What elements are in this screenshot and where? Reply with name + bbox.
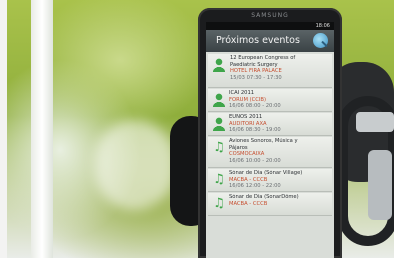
list-item[interactable]: ♫ Sónar de Día (Sónar Village) MACBA - C… xyxy=(208,169,332,192)
music-note-icon: ♫ xyxy=(213,196,225,211)
app-title: Próximos eventos xyxy=(216,35,300,46)
event-title: ICAI 2011 xyxy=(229,90,255,96)
music-note-icon: ♫ xyxy=(213,140,225,155)
list-item[interactable]: 12 European Congress of Paediatric Surge… xyxy=(208,54,332,88)
smartphone: SAMSUNG 18:06 Próximos eventos 12 Europe… xyxy=(198,8,342,258)
event-venue: FORUM (CCIB) xyxy=(229,96,266,103)
phone-brand: SAMSUNG xyxy=(251,12,289,19)
background-highlight xyxy=(95,120,175,210)
event-title: Sónar de Día (SonarDôme) xyxy=(229,194,299,200)
list-item[interactable]: EUNOS 2011 AUDITORI AXA 16/06 08:30 - 19… xyxy=(208,113,332,136)
car-mount-stem xyxy=(368,150,392,220)
person-icon xyxy=(212,117,226,131)
event-venue: MACBA - CCCB xyxy=(229,200,268,207)
photo-scene: SAMSUNG 18:06 Próximos eventos 12 Europe… xyxy=(0,0,394,258)
app-title-bar: Próximos eventos xyxy=(206,30,334,52)
event-title: Sónar de Día (Sónar Village) xyxy=(229,170,303,176)
event-title: Aviones Sonoros, Música y xyxy=(229,138,298,144)
event-venue: COSMOCAIXA xyxy=(229,151,265,158)
list-item[interactable]: ICAI 2011 FORUM (CCIB) 16/06 08:00 - 20:… xyxy=(208,89,332,112)
phone-screen: 18:06 Próximos eventos 12 European Congr… xyxy=(206,22,334,258)
event-title: EUNOS 2011 xyxy=(229,114,263,120)
event-title-line2: Paediatric Surgery xyxy=(230,61,278,68)
event-title-line2: Pájaros xyxy=(229,144,248,151)
event-title: 12 European Congress of xyxy=(230,55,296,61)
status-time: 18:06 xyxy=(315,23,330,29)
status-bar: 18:06 xyxy=(206,22,334,30)
event-venue: MACBA - CCCB xyxy=(229,176,268,183)
list-item[interactable]: ♫ Aviones Sonoros, Música y Pájaros COSM… xyxy=(208,137,332,168)
event-date: 16/06 10:00 - 20:00 xyxy=(229,157,281,164)
white-pillar xyxy=(31,0,53,258)
event-date: 16/06 08:30 - 19:00 xyxy=(229,127,281,134)
window-frame xyxy=(0,0,7,258)
event-list: 12 European Congress of Paediatric Surge… xyxy=(206,52,334,218)
event-venue: HOTEL FIRA PALACE xyxy=(230,68,282,75)
event-venue: AUDITORI AXA xyxy=(229,120,267,127)
event-date: 16/06 08:00 - 20:00 xyxy=(229,103,281,110)
person-icon xyxy=(212,93,226,107)
car-mount-arm xyxy=(356,112,394,132)
music-note-icon: ♫ xyxy=(213,172,225,187)
list-item[interactable]: ♫ Sónar de Día (SonarDôme) MACBA - CCCB xyxy=(208,193,332,216)
event-date: 15/03 07:30 - 17:30 xyxy=(230,74,282,81)
search-icon[interactable] xyxy=(313,33,328,48)
event-date: 16/06 12:00 - 22:00 xyxy=(229,183,281,190)
person-icon xyxy=(212,58,226,72)
